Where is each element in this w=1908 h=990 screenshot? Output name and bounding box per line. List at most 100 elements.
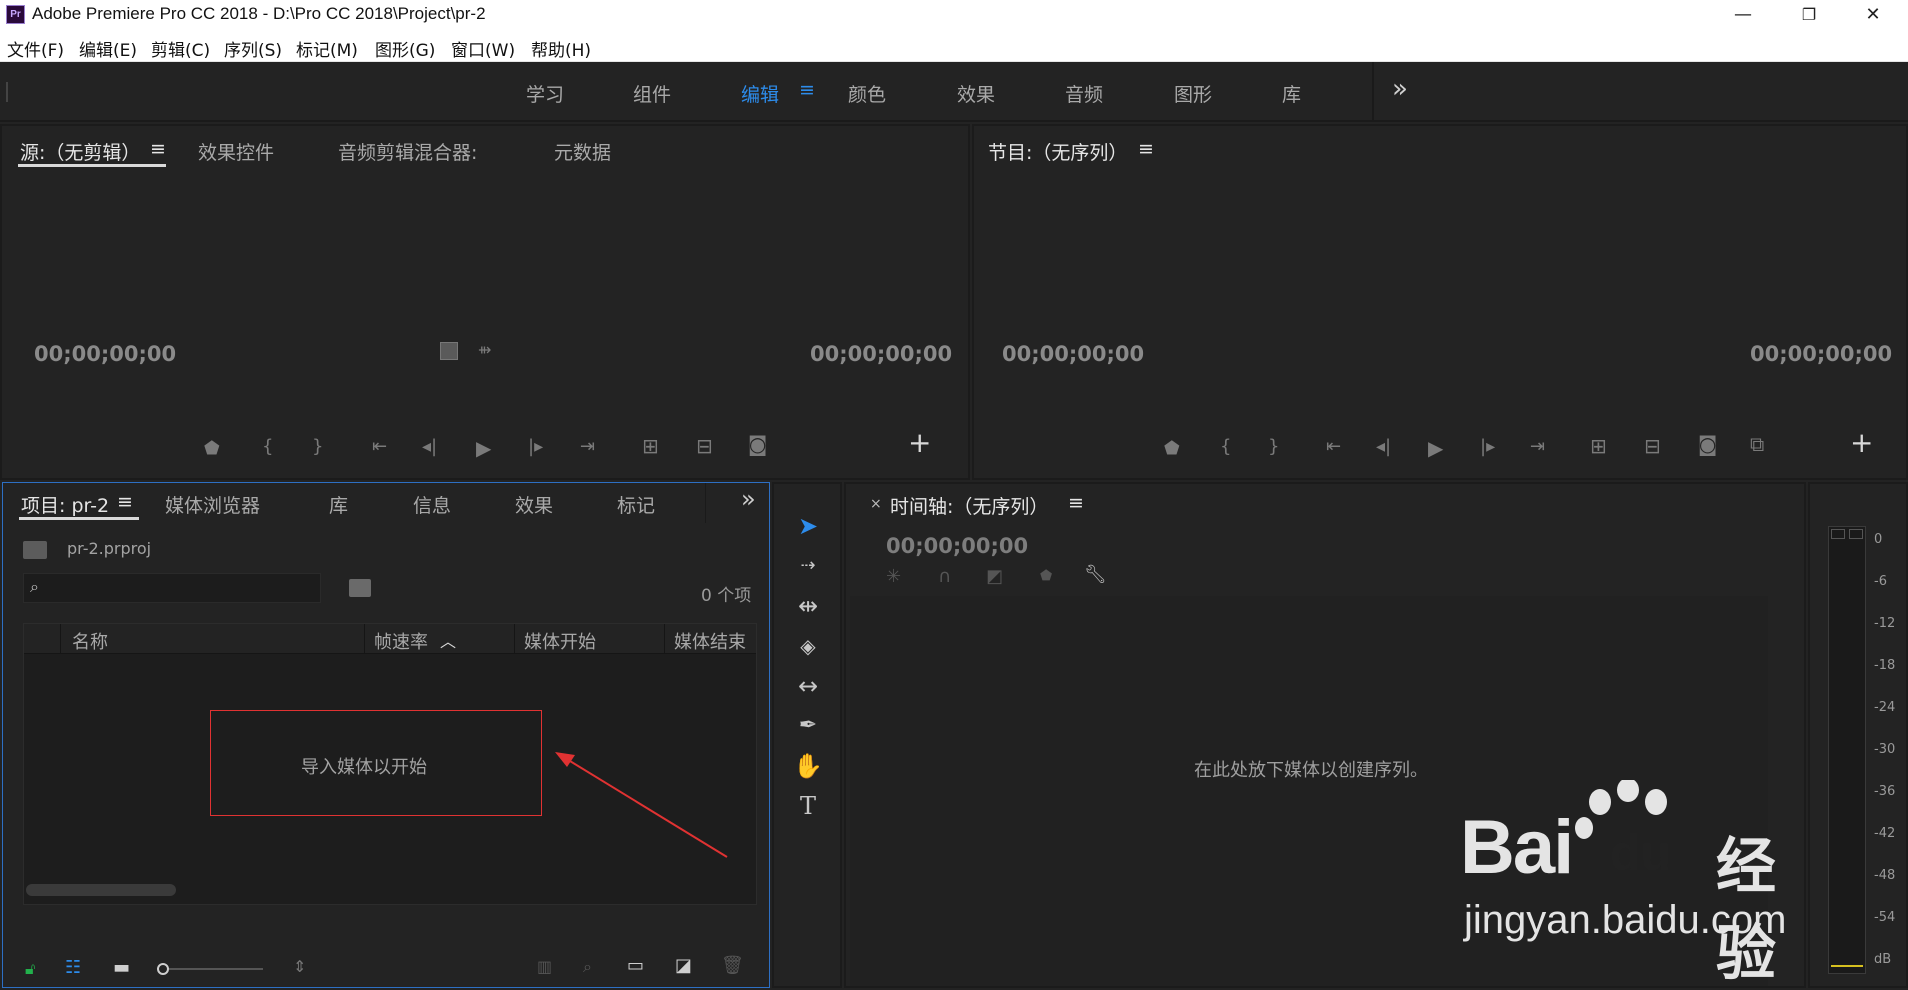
tab-timeline[interactable]: 时间轴:（无序列）	[890, 492, 1048, 519]
go-to-out-icon[interactable]: ⇥	[580, 436, 595, 457]
export-frame-icon[interactable]: ◙	[748, 432, 767, 456]
add-marker-icon[interactable]: ⬟	[1040, 568, 1052, 584]
workspace-tab-effects[interactable]: 效果	[957, 80, 995, 107]
new-item-icon[interactable]: ◪	[675, 955, 692, 976]
menu-file[interactable]: 文件(F)	[7, 36, 64, 61]
insert-icon[interactable]: ⊞	[642, 434, 659, 458]
drag-video-icon[interactable]	[440, 342, 458, 360]
program-timecode-current[interactable]: 00;00;00;00	[1002, 342, 1144, 366]
mark-out-icon[interactable]: }	[1268, 436, 1279, 457]
tab-libraries[interactable]: 库	[329, 491, 348, 518]
grip-handle[interactable]	[6, 82, 8, 102]
go-to-in-icon[interactable]: ⇤	[372, 436, 387, 457]
zoom-slider-handle[interactable]	[157, 963, 169, 975]
sort-icon[interactable]: ⇕	[293, 957, 306, 976]
clear-icon[interactable]: 🗑︎	[721, 955, 744, 976]
tab-metadata[interactable]: 元数据	[554, 138, 611, 165]
comparison-view-icon[interactable]: ⧉	[1750, 432, 1764, 456]
column-frame-rate[interactable]: 帧速率	[374, 628, 428, 654]
timeline-timecode[interactable]: 00;00;00;00	[886, 534, 1028, 558]
project-panel-menu-icon[interactable]: ≡	[117, 491, 133, 513]
source-timecode-current[interactable]: 00;00;00;00	[34, 342, 176, 366]
menu-window[interactable]: 窗口(W)	[451, 36, 515, 61]
workspace-tab-learn[interactable]: 学习	[526, 80, 564, 107]
column-name[interactable]: 名称	[72, 628, 108, 654]
tab-audio-clip-mixer[interactable]: 音频剪辑混合器:	[338, 138, 477, 165]
menu-clip[interactable]: 剪辑(C)	[151, 36, 210, 61]
program-panel-menu-icon[interactable]: ≡	[1138, 138, 1154, 160]
search-input[interactable]	[52, 576, 312, 600]
zoom-slider[interactable]	[169, 968, 263, 970]
close-button[interactable]: ✕	[1850, 0, 1896, 30]
workspace-tab-color[interactable]: 颜色	[848, 80, 886, 107]
icon-view-icon[interactable]: ▬	[113, 957, 130, 978]
tab-project[interactable]: 项目: pr-2	[21, 491, 109, 518]
tab-info[interactable]: 信息	[413, 491, 451, 518]
hand-tool-icon[interactable]: ✋	[790, 748, 826, 784]
extract-icon[interactable]: ⊟	[1644, 434, 1661, 458]
menu-sequence[interactable]: 序列(S)	[224, 36, 282, 61]
mark-in-icon[interactable]: {	[1220, 436, 1231, 457]
lock-icon[interactable]: 🔓︎	[25, 959, 35, 979]
wrench-icon[interactable]: 🔧︎	[1084, 564, 1107, 585]
horizontal-scrollbar[interactable]	[26, 884, 176, 896]
selection-tool-icon[interactable]: ➤	[790, 508, 826, 544]
play-icon[interactable]: ▶	[476, 436, 491, 460]
step-forward-icon[interactable]: |▸	[1480, 436, 1495, 457]
step-back-icon[interactable]: ◂|	[422, 436, 437, 457]
source-panel-menu-icon[interactable]: ≡	[150, 138, 166, 160]
menu-marker[interactable]: 标记(M)	[296, 36, 358, 61]
add-marker-icon[interactable]: ⬟	[204, 438, 220, 459]
workspace-tab-editing[interactable]: 编辑	[741, 80, 779, 107]
go-to-out-icon[interactable]: ⇥	[1530, 436, 1545, 457]
drag-audio-icon[interactable]: ⇻	[478, 340, 491, 359]
folder-up-icon[interactable]	[23, 541, 47, 559]
lift-icon[interactable]: ⊞	[1590, 434, 1607, 458]
play-icon[interactable]: ▶	[1428, 436, 1443, 460]
workspace-overflow-icon[interactable]: »	[1392, 74, 1408, 104]
tab-source[interactable]: 源:（无剪辑）	[20, 138, 140, 165]
ripple-edit-tool-icon[interactable]: ⇹	[790, 588, 826, 624]
close-timeline-icon[interactable]: ×	[870, 496, 882, 512]
snap-icon[interactable]: ∩	[938, 566, 951, 587]
workspace-tab-libraries[interactable]: 库	[1282, 80, 1301, 107]
menu-graphics[interactable]: 图形(G)	[375, 36, 435, 61]
tab-markers[interactable]: 标记	[617, 491, 655, 518]
step-back-icon[interactable]: ◂|	[1376, 436, 1391, 457]
pen-tool-icon[interactable]: ✒	[790, 708, 826, 744]
tab-media-browser[interactable]: 媒体浏览器	[165, 491, 260, 518]
button-editor-add[interactable]: +	[1850, 426, 1873, 459]
restore-button[interactable]: ❐	[1786, 0, 1832, 30]
list-view-icon[interactable]: ☷	[65, 957, 81, 978]
search-box[interactable]: ⌕	[23, 573, 321, 603]
overwrite-icon[interactable]: ⊟	[696, 434, 713, 458]
automate-to-sequence-icon[interactable]: ▥	[537, 957, 552, 976]
workspace-tab-audio[interactable]: 音频	[1065, 80, 1103, 107]
timeline-panel-menu-icon[interactable]: ≡	[1068, 492, 1084, 514]
export-frame-icon[interactable]: ◙	[1698, 432, 1717, 456]
workspace-tab-assembly[interactable]: 组件	[633, 80, 671, 107]
menu-edit[interactable]: 编辑(E)	[79, 36, 137, 61]
find-icon[interactable]: ⌕	[583, 957, 592, 977]
tab-program[interactable]: 节目:（无序列）	[988, 138, 1127, 165]
go-to-in-icon[interactable]: ⇤	[1326, 436, 1341, 457]
workspace-menu-icon[interactable]: ≡	[799, 79, 815, 101]
linked-selection-icon[interactable]: ◩	[986, 566, 1003, 587]
track-select-tool-icon[interactable]: ⇢	[790, 548, 826, 584]
mark-in-icon[interactable]: {	[262, 436, 273, 457]
mark-out-icon[interactable]: }	[312, 436, 323, 457]
tab-effects[interactable]: 效果	[515, 491, 553, 518]
step-forward-icon[interactable]: |▸	[528, 436, 543, 457]
razor-tool-icon[interactable]: ◈	[790, 628, 826, 664]
minimize-button[interactable]: —	[1720, 0, 1766, 30]
slip-tool-icon[interactable]: ↔	[790, 668, 826, 704]
find-icon[interactable]	[349, 579, 371, 597]
menu-help[interactable]: 帮助(H)	[531, 36, 591, 61]
type-tool-icon[interactable]: T	[790, 788, 826, 824]
panel-overflow-icon[interactable]: »	[741, 485, 756, 513]
tab-effect-controls[interactable]: 效果控件	[198, 138, 274, 165]
button-editor-add[interactable]: +	[908, 426, 931, 459]
nest-icon[interactable]: ✳	[886, 566, 901, 587]
workspace-tab-graphics[interactable]: 图形	[1174, 80, 1212, 107]
add-marker-icon[interactable]: ⬟	[1164, 438, 1180, 459]
